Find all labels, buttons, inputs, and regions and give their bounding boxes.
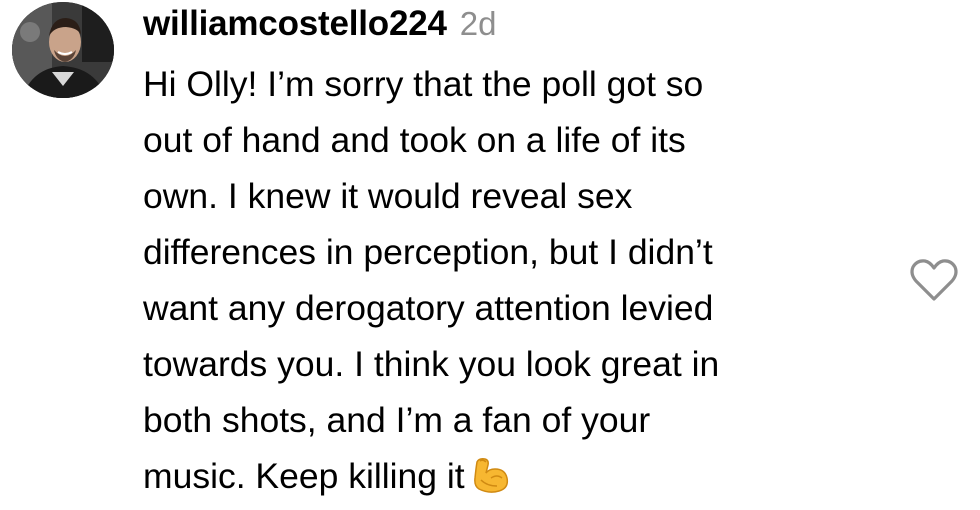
flexed-biceps-icon <box>471 454 511 510</box>
comment-text-line: Hi Olly! I’m sorry that the poll got so <box>143 64 704 104</box>
comment-text-line: own. I knew it would reveal sex <box>143 176 633 216</box>
like-button[interactable] <box>908 257 960 303</box>
comment: williamcostello224 2d Hi Olly! I’m sorry… <box>0 0 980 504</box>
comment-text-line: differences in perception, but I didn’t <box>143 232 713 272</box>
comment-text-last-line: music. Keep killing it <box>143 448 903 510</box>
avatar-photo <box>12 2 114 98</box>
comment-text-line: both shots, and I’m a fan of your <box>143 400 651 440</box>
username-link[interactable]: williamcostello224 <box>143 4 447 44</box>
comment-text: Hi Olly! I’m sorry that the poll got so … <box>143 56 903 510</box>
comment-text-line: music. Keep killing it <box>143 456 465 496</box>
comment-header: williamcostello224 2d <box>143 4 496 50</box>
heart-outline-icon <box>910 259 958 301</box>
avatar[interactable] <box>12 2 114 98</box>
comment-text-line: towards you. I think you look great in <box>143 344 720 384</box>
comment-timestamp: 2d <box>459 5 497 42</box>
comment-text-line: out of hand and took on a life of its <box>143 120 686 160</box>
comment-text-line: want any derogatory attention levied <box>143 288 714 328</box>
